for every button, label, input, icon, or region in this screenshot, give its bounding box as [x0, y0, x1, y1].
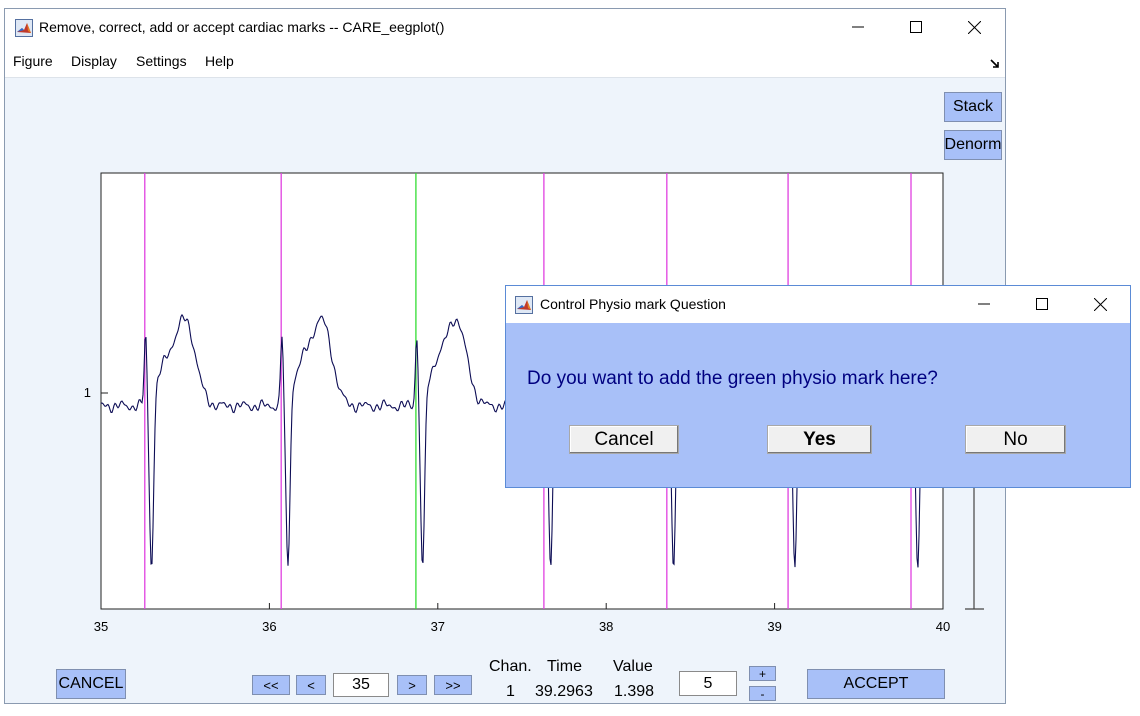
- x-tick-label: 35: [94, 619, 108, 634]
- maximize-icon: [910, 21, 922, 33]
- scale-minus-button[interactable]: -: [749, 686, 776, 701]
- chan-header: Chan.: [489, 658, 532, 675]
- accept-button[interactable]: ACCEPT: [807, 669, 945, 699]
- x-tick-label: 38: [599, 619, 613, 634]
- scale-input[interactable]: 5: [679, 671, 737, 696]
- dialog-close-button[interactable]: [1077, 288, 1123, 320]
- nav-last-button[interactable]: >>: [434, 675, 472, 695]
- scale-plus-button[interactable]: +: [749, 666, 776, 681]
- nav-prev-button[interactable]: <: [296, 675, 326, 695]
- dialog-yes-button[interactable]: Yes: [767, 425, 872, 454]
- maximize-button[interactable]: [893, 11, 939, 43]
- minimize-icon: [978, 303, 990, 305]
- dialog-maximize-button[interactable]: [1019, 288, 1065, 320]
- x-tick-label: 40: [936, 619, 950, 634]
- menubar: Figure Display Settings Help: [5, 47, 1005, 78]
- time-value: 39.2963: [535, 683, 593, 700]
- x-tick-label: 37: [431, 619, 445, 634]
- confirm-dialog: Control Physio mark Question Do you want…: [505, 285, 1131, 488]
- nav-first-button[interactable]: <<: [252, 675, 290, 695]
- dialog-question: Do you want to add the green physio mark…: [527, 368, 938, 389]
- minimize-icon: [852, 26, 864, 28]
- window-title: Remove, correct, add or accept cardiac m…: [39, 19, 445, 35]
- time-header: Time: [547, 658, 582, 675]
- close-button[interactable]: [951, 11, 997, 43]
- value-header: Value: [613, 658, 653, 675]
- dialog-titlebar: Control Physio mark Question: [506, 286, 1130, 323]
- nav-next-button[interactable]: >: [397, 675, 427, 695]
- menu-figure[interactable]: Figure: [13, 53, 53, 69]
- x-tick-label: 39: [767, 619, 781, 634]
- time-input[interactable]: 35: [333, 673, 389, 697]
- matlab-icon: [515, 296, 533, 319]
- dock-arrow-icon[interactable]: [990, 56, 1000, 74]
- dialog-no-button[interactable]: No: [965, 425, 1066, 454]
- maximize-icon: [1036, 298, 1048, 310]
- cancel-button[interactable]: CANCEL: [56, 669, 126, 699]
- close-icon: [1093, 297, 1107, 311]
- menu-settings[interactable]: Settings: [136, 53, 187, 69]
- y-tick-label: 1: [84, 385, 91, 400]
- dialog-minimize-button[interactable]: [961, 288, 1007, 320]
- x-tick-label: 36: [262, 619, 276, 634]
- value-value: 1.398: [614, 683, 655, 700]
- main-titlebar: Remove, correct, add or accept cardiac m…: [5, 9, 1005, 47]
- menu-display[interactable]: Display: [71, 53, 117, 69]
- minimize-button[interactable]: [835, 11, 881, 43]
- menu-help[interactable]: Help: [205, 53, 234, 69]
- chan-value: 1: [506, 683, 515, 700]
- close-icon: [967, 20, 981, 34]
- matlab-icon: [15, 19, 33, 42]
- dialog-cancel-button[interactable]: Cancel: [569, 425, 679, 454]
- dialog-title: Control Physio mark Question: [540, 296, 726, 312]
